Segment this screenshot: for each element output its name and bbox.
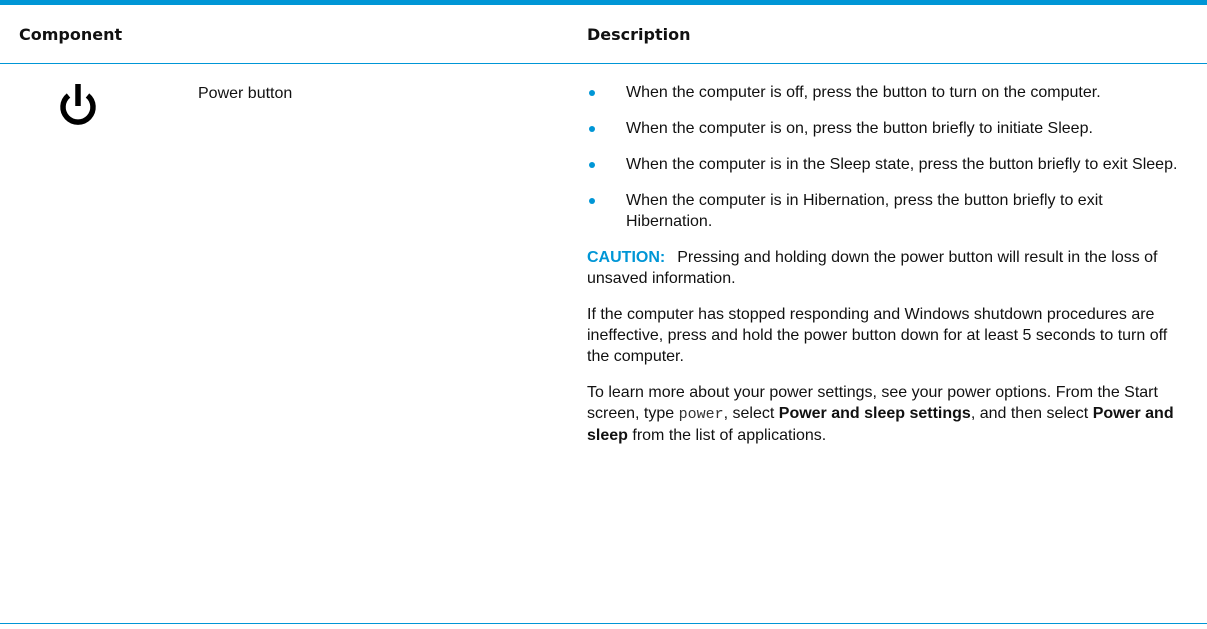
bullet-icon [589,90,595,96]
caution-note: CAUTION: Pressing and holding down the po… [587,247,1187,289]
header-divider [0,63,1207,64]
bullet-text: When the computer is off, press the butt… [626,84,1101,101]
bullet-icon [589,126,595,132]
list-item: When the computer is on, press the butto… [587,118,1187,139]
caution-text: Pressing and holding down the power butt… [587,249,1158,287]
list-item: When the computer is off, press the butt… [587,82,1187,103]
bold-power-and-sleep-settings: Power and sleep settings [778,405,971,422]
description-cell: When the computer is off, press the butt… [587,82,1187,461]
bullet-text: When the computer is on, press the butto… [626,120,1093,137]
document-page: Component Description Power button When … [0,0,1207,629]
table-bottom-rule [0,623,1207,624]
bullet-icon [589,162,595,168]
list-item: When the computer is in the Sleep state,… [587,154,1187,175]
text-segment: from the list of applications. [627,427,827,444]
bullet-text: When the computer is in the Sleep state,… [626,156,1178,173]
caution-label: CAUTION: [587,249,666,266]
unresponsive-note: If the computer has stopped responding a… [587,306,1168,365]
power-settings-note: To learn more about your power settings,… [587,382,1187,446]
bullet-text: When the computer is in Hibernation, pre… [626,192,1103,230]
column-header-component: Component [19,25,123,44]
column-header-description: Description [587,25,691,44]
text-segment: , select [723,405,779,422]
bullet-icon [589,198,595,204]
text-segment: , and then select [970,405,1093,422]
component-name: Power button [198,85,293,102]
power-icon [48,78,108,138]
code-power: power [678,406,724,423]
list-item: When the computer is in Hibernation, pre… [587,190,1187,232]
